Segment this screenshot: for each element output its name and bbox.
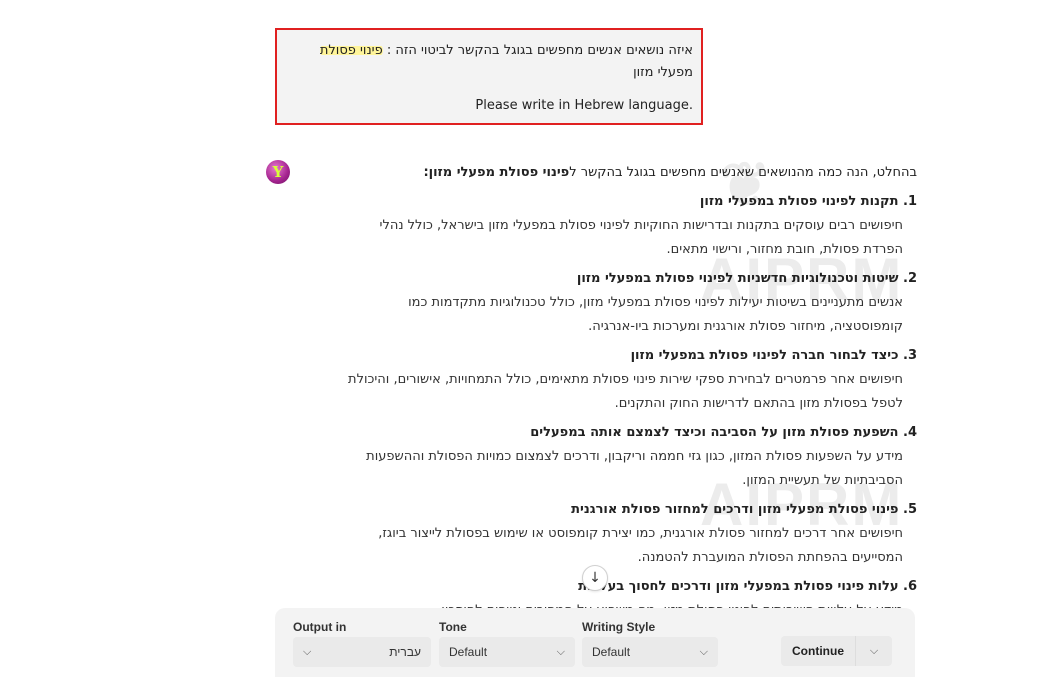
list-item: 6. עלות פינוי פסולת במפעלי מזון ודרכים ל… [345, 575, 917, 608]
list-item-desc: חיפושים רבים עוסקים בתקנות ובדרישות החוק… [379, 218, 903, 257]
answer-intro: בהחלט, הנה כמה מהנושאים שאנשים מחפשים בג… [345, 160, 917, 186]
prompt-language-instruction: Please write in Hebrew language. [475, 98, 693, 113]
continue-options-button[interactable]: ⌵ [855, 636, 892, 666]
list-item-title: 5. פינוי פסולת מפעלי מזון ודרכים למחזור … [571, 502, 917, 517]
list-item: 1. תקנות לפינוי פסולת במפעלי מזון חיפושי… [345, 190, 917, 262]
list-item-desc: מידע על השפעות פסולת המזון, כגון גזי חממ… [366, 449, 903, 488]
answer-intro-text: בהחלט, הנה כמה מהנושאים שאנשים מחפשים בג… [569, 165, 917, 180]
output-language-label: Output in [293, 620, 347, 634]
user-prompt-box: איזה נושאים אנשים מחפשים בגוגל בהקשר לבי… [275, 28, 703, 125]
output-language-value: עברית [389, 645, 421, 659]
tone-select[interactable]: Default ⌵ [439, 637, 575, 667]
prompt-toolbar: Output in עברית ⌵ Tone Default ⌵ Writing… [275, 608, 915, 677]
writing-style-field: Writing Style Default ⌵ [582, 620, 718, 667]
output-language-field: Output in עברית ⌵ [293, 620, 431, 667]
tone-field: Tone Default ⌵ [439, 620, 575, 667]
list-item: 4. השפעת פסולת מזון על הסביבה וכיצד לצמצ… [345, 421, 917, 493]
chevron-down-icon: ⌵ [699, 645, 708, 658]
list-item-title: 1. תקנות לפינוי פסולת במפעלי מזון [699, 194, 917, 209]
list-item: 3. כיצד לבחור חברה לפינוי פסולת במפעלי מ… [345, 344, 917, 416]
chevron-down-icon: ⌵ [869, 644, 879, 657]
writing-style-value: Default [592, 645, 631, 659]
chevron-down-icon: ⌵ [303, 645, 312, 658]
list-item-title: 3. כיצד לבחור חברה לפינוי פסולת במפעלי מ… [630, 348, 917, 363]
scroll-to-bottom-button[interactable]: ↓ [582, 565, 608, 591]
list-item-title: 6. עלות פינוי פסולת במפעלי מזון ודרכים ל… [578, 579, 917, 594]
prompt-line-2: מפעלי מזון [633, 65, 693, 80]
list-item: 5. פינוי פסולת מפעלי מזון ודרכים למחזור … [345, 498, 917, 570]
prompt-highlight: פינוי פסולת [319, 43, 383, 58]
aiprm-logo-icon: Y [266, 160, 290, 184]
list-item-title: 4. השפעת פסולת מזון על הסביבה וכיצד לצמצ… [530, 425, 917, 440]
continue-control: Continue ⌵ [781, 636, 892, 666]
prompt-text: איזה נושאים אנשים מחפשים בגוגל בהקשר לבי… [382, 43, 693, 58]
assistant-answer: בהחלט, הנה כמה מהנושאים שאנשים מחפשים בג… [345, 160, 917, 608]
list-item-title: 2. שיטות וטכנולוגיות חדשניות לפינוי פסול… [576, 271, 917, 286]
list-item: 2. שיטות וטכנולוגיות חדשניות לפינוי פסול… [345, 267, 917, 339]
answer-intro-bold: פינוי פסולת מפעלי מזון: [423, 165, 570, 180]
continue-button[interactable]: Continue [781, 636, 855, 666]
tone-value: Default [449, 645, 488, 659]
prompt-line-1: איזה נושאים אנשים מחפשים בגוגל בהקשר לבי… [285, 40, 693, 62]
list-item-desc: חיפושים אחר דרכים למחזור פסולת אורגנית, … [378, 526, 903, 565]
list-item-desc: אנשים מתעניינים בשיטות יעילות לפינוי פסו… [408, 295, 903, 334]
writing-style-select[interactable]: Default ⌵ [582, 637, 718, 667]
avatar-letter: Y [272, 163, 284, 181]
tone-label: Tone [439, 620, 467, 634]
list-item-desc: חיפושים אחר פרמטרים לבחירת ספקי שירות פי… [348, 372, 903, 411]
writing-style-label: Writing Style [582, 620, 656, 634]
output-language-select[interactable]: עברית ⌵ [293, 637, 431, 667]
list-item-desc: מידע על עלויות השירותים לפינוי פסולת מזו… [345, 599, 917, 608]
arrow-down-icon: ↓ [589, 570, 601, 586]
chevron-down-icon: ⌵ [556, 645, 565, 658]
